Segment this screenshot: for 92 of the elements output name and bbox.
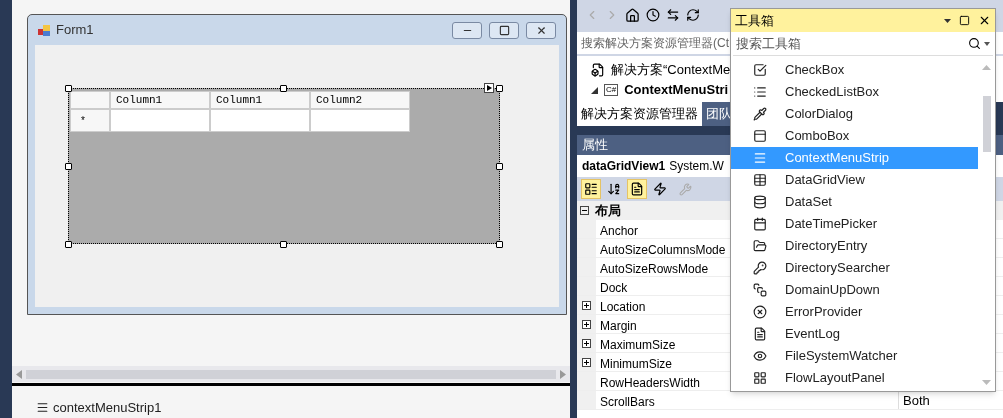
error-icon: [753, 305, 767, 319]
toolbox-item[interactable]: FlowLayoutPanel: [731, 367, 978, 389]
refresh-icon[interactable]: [686, 8, 700, 22]
grid-cell[interactable]: [210, 109, 310, 132]
toolbox-item[interactable]: DataSet: [731, 191, 978, 213]
object-name: dataGridView1: [582, 158, 666, 175]
column-header[interactable]: Column1: [110, 91, 210, 109]
layout-icon: [753, 371, 767, 385]
home-icon[interactable]: [625, 7, 640, 23]
clock-icon[interactable]: [646, 8, 660, 22]
project-badge: C#: [604, 84, 619, 96]
minimize-button[interactable]: [452, 21, 482, 39]
expanded-arrow-icon[interactable]: [591, 86, 598, 94]
maximize-button[interactable]: [489, 21, 519, 39]
sync-icon[interactable]: [666, 8, 680, 22]
category-label: 布局: [595, 201, 621, 220]
form-icon: [38, 23, 51, 37]
maximize-icon: [498, 24, 510, 36]
maximize-icon[interactable]: [959, 15, 970, 26]
property-name[interactable]: Location: [600, 300, 646, 314]
folder-icon: [753, 239, 767, 253]
row-header: *: [70, 109, 110, 132]
expand-icon[interactable]: [582, 319, 591, 329]
row-header-corner: [70, 91, 110, 109]
property-name[interactable]: Anchor: [600, 224, 639, 238]
close-icon[interactable]: [978, 14, 991, 27]
column-header[interactable]: Column1: [210, 91, 310, 109]
expand-icon[interactable]: [582, 300, 591, 310]
property-name[interactable]: AutoSizeRowsMode: [600, 262, 709, 276]
calendar-icon: [753, 217, 767, 231]
tray-component[interactable]: contextMenuStrip1: [36, 397, 162, 417]
smart-tag-button[interactable]: [484, 83, 494, 93]
collapse-icon[interactable]: [580, 206, 589, 215]
toolbox-item[interactable]: ErrorProvider: [731, 301, 978, 323]
checkbox-icon: [753, 63, 767, 77]
dropdown-icon[interactable]: [984, 41, 990, 46]
resize-handle[interactable]: [65, 241, 72, 248]
toolbox-item[interactable]: DataGridView: [731, 169, 978, 191]
menu-icon: [36, 400, 49, 414]
grid-cell[interactable]: [310, 109, 410, 132]
resize-handle[interactable]: [280, 241, 287, 248]
log-icon: [753, 327, 767, 341]
property-name[interactable]: Margin: [600, 319, 637, 333]
combobox-icon: [753, 129, 767, 143]
solution-icon: [591, 63, 605, 77]
grid-icon: [753, 173, 767, 187]
grid-cell[interactable]: [110, 109, 210, 132]
property-name[interactable]: AutoSizeColumnsMode: [600, 243, 726, 257]
search-icon: [968, 37, 981, 50]
menu-icon: [753, 151, 767, 165]
scrollbar-thumb[interactable]: [26, 369, 556, 379]
tree-item[interactable]: ContextMenuStri: [624, 80, 729, 100]
toolbox-item[interactable]: DomainUpDown: [731, 279, 978, 301]
scrollbar-thumb[interactable]: [982, 96, 991, 152]
property-name[interactable]: Dock: [600, 281, 628, 295]
toolbox-item[interactable]: CheckBox: [731, 59, 978, 81]
toolbox-item[interactable]: DirectoryEntry: [731, 235, 978, 257]
panel-tab[interactable]: 解决方案资源管理器: [577, 102, 702, 126]
tree-item[interactable]: 解决方案“ContextMe: [611, 60, 731, 80]
toolbox-item[interactable]: DirectorySearcher: [731, 257, 978, 279]
resize-handle[interactable]: [65, 163, 72, 170]
resize-handle[interactable]: [496, 85, 503, 92]
property-value[interactable]: Both: [899, 391, 1003, 409]
eyedropper-icon: [753, 107, 767, 121]
expand-icon[interactable]: [582, 338, 591, 348]
horizontal-scrollbar[interactable]: [12, 366, 570, 382]
property-name[interactable]: RowHeadersWidth: [600, 376, 701, 390]
resize-handle[interactable]: [496, 163, 503, 170]
resize-handle[interactable]: [280, 85, 287, 92]
categorized-button[interactable]: [581, 179, 601, 199]
toolbox-item[interactable]: EventLog: [731, 323, 978, 345]
resize-handle[interactable]: [65, 85, 72, 92]
column-header[interactable]: Column2: [310, 91, 410, 109]
dropdown-icon[interactable]: [944, 18, 951, 23]
property-name[interactable]: MinimumSize: [600, 357, 672, 371]
window-title: 工具箱: [735, 11, 775, 30]
object-type: System.W: [669, 158, 724, 175]
close-icon: [535, 24, 547, 36]
toolbox-item[interactable]: CheckedListBox: [731, 81, 978, 103]
expand-icon[interactable]: [582, 357, 591, 367]
triangle-icon: [486, 85, 492, 91]
toolbox-item[interactable]: DateTimePicker: [731, 213, 978, 235]
property-name[interactable]: MaximumSize: [600, 338, 676, 352]
properties-button[interactable]: [627, 179, 647, 199]
resize-handle[interactable]: [496, 241, 503, 248]
toolbox-item[interactable]: FileSystemWatcher: [731, 345, 978, 367]
database-icon: [753, 195, 767, 209]
search-field[interactable]: 搜索工具箱: [736, 33, 968, 54]
close-button[interactable]: [526, 21, 556, 39]
property-name[interactable]: ScrollBars: [600, 395, 655, 409]
window-title: Form1: [56, 21, 94, 40]
list-icon: [753, 85, 767, 99]
